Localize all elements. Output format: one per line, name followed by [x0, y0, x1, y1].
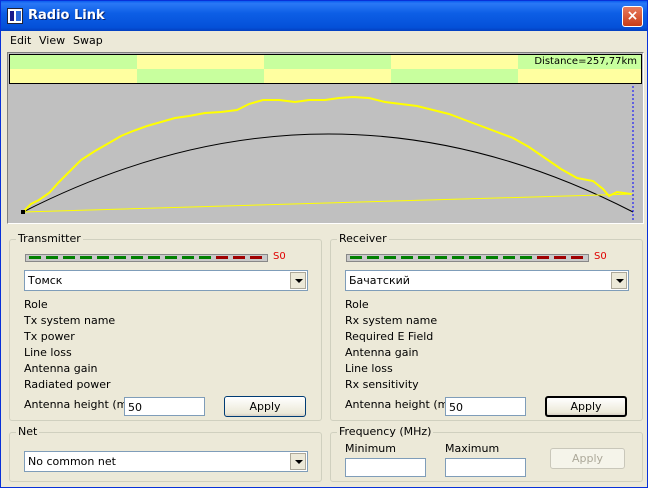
rx-signal-meter: S0: [346, 251, 607, 262]
line-of-sight: [22, 193, 634, 213]
tx-field-power: Tx power: [24, 330, 75, 343]
terrain-profile-panel: Distance=257,77km: [7, 52, 644, 224]
terrain-profile-line: [22, 95, 632, 213]
rx-antenna-height-label: Antenna height (m): [345, 398, 453, 411]
rx-station-value: Бачатский: [349, 274, 410, 287]
frequency-apply-button[interactable]: Apply: [550, 448, 625, 469]
rx-field-required-e-field: Required E Field: [345, 330, 434, 343]
tx-signal-value: S0: [273, 251, 286, 262]
rx-field-sensitivity: Rx sensitivity: [345, 378, 419, 391]
frequency-group: Frequency (MHz) Minimum Maximum Apply: [330, 425, 643, 482]
earth-curvature-line: [22, 133, 634, 213]
net-title: Net: [16, 425, 40, 438]
tx-field-system-name: Tx system name: [24, 314, 116, 327]
frequency-max-input[interactable]: [445, 458, 526, 477]
net-select[interactable]: No common net: [24, 451, 308, 472]
frequency-min-label: Minimum: [345, 442, 396, 455]
menu-view[interactable]: View: [39, 34, 65, 47]
menu-swap[interactable]: Swap: [73, 34, 103, 47]
chevron-down-icon[interactable]: [611, 272, 627, 289]
tx-signal-meter: S0: [25, 251, 286, 262]
radio-link-window: Radio Link × Edit View Swap Distance=257…: [0, 0, 648, 488]
rx-field-antenna-gain: Antenna gain: [345, 346, 419, 359]
transmitter-group: Transmitter S0 Томск Role Tx system name…: [9, 232, 322, 421]
distance-label: Distance=257,77km: [534, 56, 637, 67]
rx-signal-value: S0: [594, 251, 607, 262]
net-value: No common net: [28, 455, 116, 468]
app-icon: [7, 8, 23, 24]
tx-field-line-loss: Line loss: [24, 346, 72, 359]
title-bar[interactable]: Radio Link ×: [1, 1, 647, 31]
receiver-group: Receiver S0 Бачатский Role Rx system nam…: [330, 232, 643, 421]
distance-scale-bar: Distance=257,77km: [9, 54, 642, 84]
rx-field-line-loss: Line loss: [345, 362, 393, 375]
tx-field-antenna-gain: Antenna gain: [24, 362, 98, 375]
tx-station-select[interactable]: Томск: [24, 270, 308, 291]
close-button[interactable]: ×: [622, 6, 643, 27]
chevron-down-icon[interactable]: [290, 453, 306, 470]
rx-antenna-height-input[interactable]: 50: [445, 397, 526, 416]
tx-field-radiated-power: Radiated power: [24, 378, 111, 391]
chevron-down-icon[interactable]: [290, 272, 306, 289]
frequency-max-label: Maximum: [445, 442, 500, 455]
frequency-title: Frequency (MHz): [337, 425, 434, 438]
tx-antenna-height-input[interactable]: 50: [124, 397, 205, 416]
frequency-min-input[interactable]: [345, 458, 426, 477]
tx-apply-button[interactable]: Apply: [224, 396, 306, 417]
tx-field-role: Role: [24, 298, 48, 311]
transmitter-title: Transmitter: [16, 232, 83, 245]
window-title: Radio Link: [28, 8, 105, 23]
rx-apply-button[interactable]: Apply: [545, 396, 627, 417]
tx-antenna-height-label: Antenna height (m): [24, 398, 132, 411]
rx-station-select[interactable]: Бачатский: [345, 270, 629, 291]
rx-field-system-name: Rx system name: [345, 314, 438, 327]
terrain-profile-plot: [9, 86, 642, 222]
transmitter-marker: [21, 210, 25, 214]
tx-station-value: Томск: [28, 274, 63, 287]
rx-field-role: Role: [345, 298, 369, 311]
menu-bar: Edit View Swap: [1, 31, 647, 51]
receiver-title: Receiver: [337, 232, 389, 245]
net-group: Net No common net: [9, 425, 322, 482]
menu-edit[interactable]: Edit: [10, 34, 31, 47]
